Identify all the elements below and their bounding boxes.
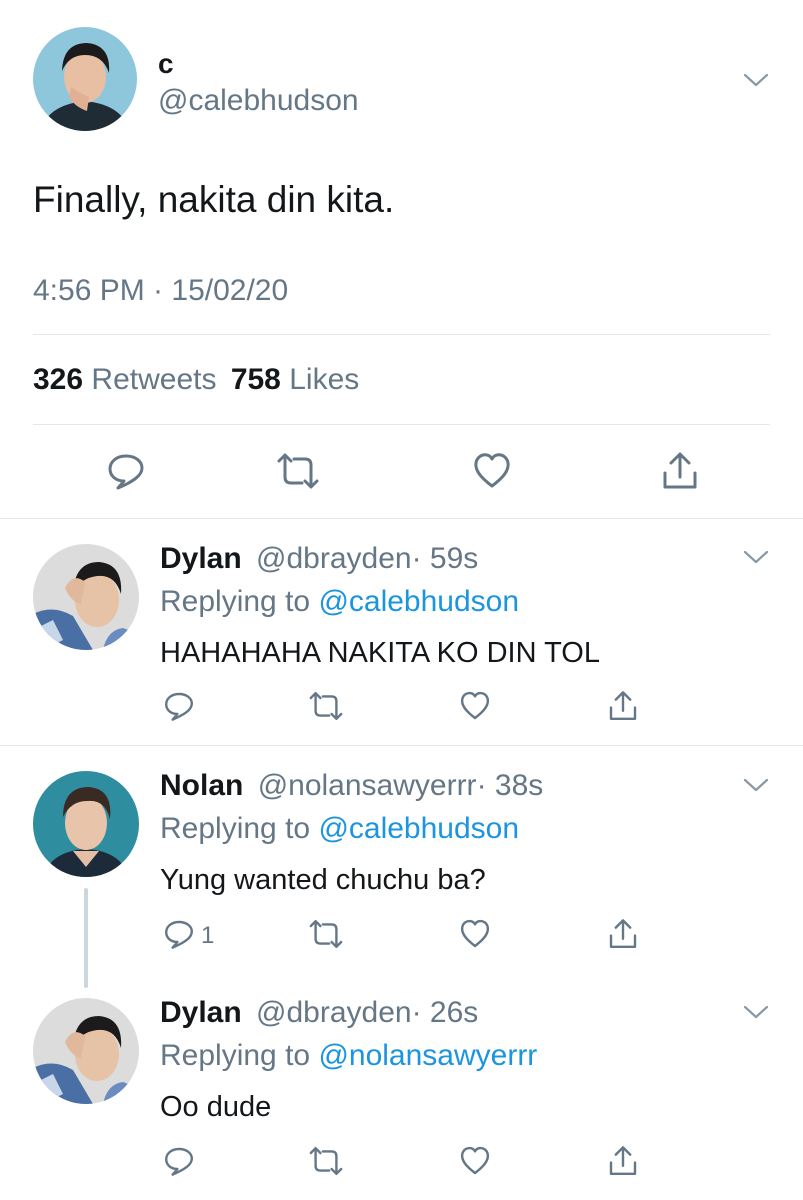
chevron-down-icon[interactable] <box>743 549 769 565</box>
replying-to-prefix: Replying to <box>160 812 311 845</box>
divider <box>0 745 803 746</box>
avatar-calebhudson[interactable] <box>33 27 137 131</box>
reply-header: Dylan @dbrayden· 59s <box>160 541 478 577</box>
author-handle[interactable]: @calebhudson <box>158 84 359 118</box>
tweet-timestamp[interactable]: 4:56 PM · 15/02/20 <box>33 273 288 309</box>
retweet-button[interactable] <box>304 684 348 728</box>
reply-button[interactable] <box>104 449 148 493</box>
share-button[interactable] <box>658 449 702 493</box>
likes-label[interactable]: Likes <box>289 363 359 396</box>
reply-button[interactable] <box>157 684 201 728</box>
reply-text: Yung wanted chuchu ba? <box>160 864 486 896</box>
avatar-nolansawyerrr[interactable] <box>33 771 139 877</box>
like-button[interactable] <box>453 684 497 728</box>
share-button[interactable] <box>601 1139 645 1183</box>
share-icon <box>609 1146 637 1175</box>
reply-icon <box>165 1147 193 1176</box>
reply-author-name[interactable]: Dylan <box>160 996 242 1029</box>
tweet-text: Finally, nakita din kita. <box>33 179 395 220</box>
retweet-icon <box>277 453 319 489</box>
like-icon <box>460 691 490 720</box>
chevron-down-icon[interactable] <box>743 777 769 793</box>
reply-author-handle[interactable]: @dbrayden <box>256 542 412 575</box>
retweet-icon <box>309 1147 343 1175</box>
share-button[interactable] <box>601 912 645 956</box>
reply-time: · 59s <box>411 542 479 575</box>
thread-line <box>84 888 88 988</box>
replying-to-link[interactable]: @calebhudson <box>318 812 519 845</box>
reply-count: 1 <box>201 922 215 949</box>
reply-icon <box>165 692 193 721</box>
retweet-button[interactable] <box>276 449 320 493</box>
reply-time: · 38s <box>476 769 544 802</box>
replying-to-link[interactable]: @nolansawyerrr <box>318 1039 537 1072</box>
divider <box>33 334 770 335</box>
reply-button[interactable] <box>157 912 201 956</box>
likes-count[interactable]: 758 <box>231 363 281 396</box>
like-icon <box>460 919 490 948</box>
retweet-button[interactable] <box>304 912 348 956</box>
reply-author-handle[interactable]: @dbrayden <box>256 996 412 1029</box>
replying-to-link[interactable]: @calebhudson <box>318 585 519 618</box>
divider <box>0 518 803 519</box>
reply-button[interactable] <box>157 1139 201 1183</box>
like-icon <box>460 1146 490 1175</box>
reply-icon <box>108 454 144 490</box>
engagement-stats: 326 Retweets 758 Likes <box>33 362 359 398</box>
like-icon <box>474 453 510 488</box>
like-button[interactable] <box>453 912 497 956</box>
share-icon <box>609 919 637 948</box>
share-button[interactable] <box>601 684 645 728</box>
replying-to: Replying to @nolansawyerrr <box>160 1038 537 1074</box>
author-name[interactable]: c <box>158 50 174 78</box>
like-button[interactable] <box>470 449 514 493</box>
reply-author-handle[interactable]: @nolansawyerrr <box>258 769 477 802</box>
chevron-down-icon[interactable] <box>743 1004 769 1020</box>
avatar-dbrayden[interactable] <box>33 998 139 1104</box>
reply-header: Dylan @dbrayden· 26s <box>160 995 478 1031</box>
reply-text: HAHAHAHA NAKITA KO DIN TOL <box>160 637 600 669</box>
reply-text: Oo dude <box>160 1091 272 1123</box>
share-icon <box>663 452 697 489</box>
retweet-icon <box>309 920 343 948</box>
chevron-down-icon[interactable] <box>743 72 769 88</box>
replying-to: Replying to @calebhudson <box>160 811 519 847</box>
retweet-button[interactable] <box>304 1139 348 1183</box>
reply-author-name[interactable]: Dylan <box>160 542 242 575</box>
reply-header: Nolan @nolansawyerrr· 38s <box>160 768 543 804</box>
retweets-count[interactable]: 326 <box>33 363 83 396</box>
share-icon <box>609 691 637 720</box>
reply-icon <box>165 920 193 949</box>
reply-time: · 26s <box>411 996 479 1029</box>
avatar-dbrayden[interactable] <box>33 544 139 650</box>
divider <box>33 424 770 425</box>
replying-to-prefix: Replying to <box>160 1039 311 1072</box>
replying-to-prefix: Replying to <box>160 585 311 618</box>
retweets-label[interactable]: Retweets <box>91 363 216 396</box>
like-button[interactable] <box>453 1139 497 1183</box>
replying-to: Replying to @calebhudson <box>160 584 519 620</box>
reply-author-name[interactable]: Nolan <box>160 769 243 802</box>
retweet-icon <box>309 692 343 720</box>
